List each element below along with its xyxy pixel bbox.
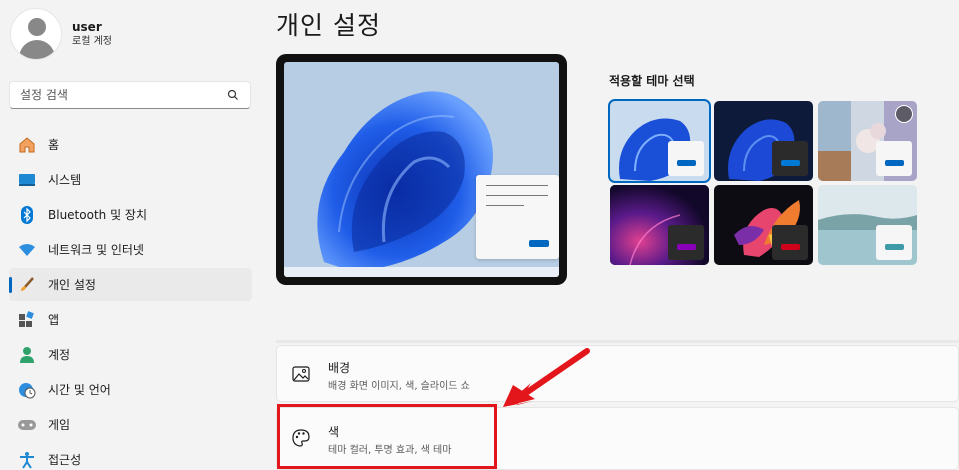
sidebar-item-gaming[interactable]: 게임: [9, 408, 252, 441]
theme-glow[interactable]: [610, 185, 709, 265]
sidebar-item-label: 네트워크 및 인터넷: [48, 243, 144, 257]
page-title: 개인 설정: [276, 11, 381, 40]
sidebar-item-personalization[interactable]: 개인 설정: [9, 268, 252, 301]
search-box[interactable]: [9, 81, 251, 109]
card-title: 색: [328, 425, 340, 439]
wallpaper-preview: [284, 62, 559, 277]
palette-icon: [292, 429, 310, 447]
home-icon: [17, 135, 37, 155]
sidebar-item-home[interactable]: 홈: [9, 128, 252, 161]
bluetooth-icon: [17, 205, 37, 225]
card-title: 배경: [328, 361, 351, 375]
sidebar-item-network[interactable]: 네트워크 및 인터넷: [9, 233, 252, 266]
sidebar-item-accessibility[interactable]: 접근성: [9, 443, 252, 470]
account-type: 로컬 계정: [72, 36, 112, 47]
sidebar-item-label: 앱: [48, 313, 60, 327]
theme-windows-spotlight[interactable]: [818, 101, 917, 181]
card-description: 테마 컬러, 투명 효과, 색 테마: [328, 445, 452, 456]
background-settings-card[interactable]: 배경 배경 화면 이미지, 색, 슬라이드 쇼: [276, 345, 959, 402]
spotlight-icon: [895, 105, 913, 123]
apps-icon: [17, 310, 37, 330]
avatar: [10, 8, 62, 60]
account-icon: [17, 345, 37, 365]
search-input[interactable]: [10, 82, 210, 108]
theme-captured-motion[interactable]: [714, 185, 813, 265]
sidebar: user 로컬 계정 홈 시스템 Bluetooth 및 장치: [0, 0, 262, 470]
sidebar-item-system[interactable]: 시스템: [9, 163, 252, 196]
brush-icon: [17, 275, 37, 295]
sidebar-item-time-language[interactable]: 시간 및 언어: [9, 373, 252, 406]
sidebar-item-label: 게임: [48, 418, 71, 432]
divider: [276, 340, 959, 343]
system-icon: [17, 170, 37, 190]
sidebar-item-label: 홈: [48, 138, 60, 152]
preview-window: [476, 175, 559, 259]
theme-select-label: 적용할 테마 선택: [609, 74, 695, 88]
nav-list: 홈 시스템 Bluetooth 및 장치 네트워크 및 인터넷 개인 설정 앱 …: [9, 128, 252, 470]
card-description: 배경 화면 이미지, 색, 슬라이드 쇼: [328, 381, 470, 392]
network-icon: [17, 240, 37, 260]
theme-flow[interactable]: [818, 185, 917, 265]
theme-preview: [276, 54, 567, 285]
sidebar-item-bluetooth[interactable]: Bluetooth 및 장치: [9, 198, 252, 231]
accessibility-icon: [17, 450, 37, 470]
picture-icon: [292, 366, 310, 382]
sidebar-item-label: 계정: [48, 348, 71, 362]
theme-windows-light[interactable]: [608, 99, 711, 183]
sidebar-item-label: 시스템: [48, 173, 82, 187]
sidebar-item-label: 개인 설정: [48, 278, 96, 292]
user-profile[interactable]: user 로컬 계정: [10, 8, 112, 60]
sidebar-item-label: Bluetooth 및 장치: [48, 208, 148, 222]
colors-settings-card[interactable]: 색 테마 컬러, 투명 효과, 색 테마: [276, 407, 959, 470]
search-icon[interactable]: [226, 88, 240, 102]
sidebar-item-apps[interactable]: 앱: [9, 303, 252, 336]
sidebar-item-accounts[interactable]: 계정: [9, 338, 252, 371]
time-language-icon: [17, 380, 37, 400]
user-name: user: [72, 20, 102, 34]
theme-windows-dark[interactable]: [714, 101, 813, 181]
sidebar-item-label: 접근성: [48, 453, 82, 467]
sidebar-item-label: 시간 및 언어: [48, 383, 111, 397]
gaming-icon: [17, 415, 37, 435]
